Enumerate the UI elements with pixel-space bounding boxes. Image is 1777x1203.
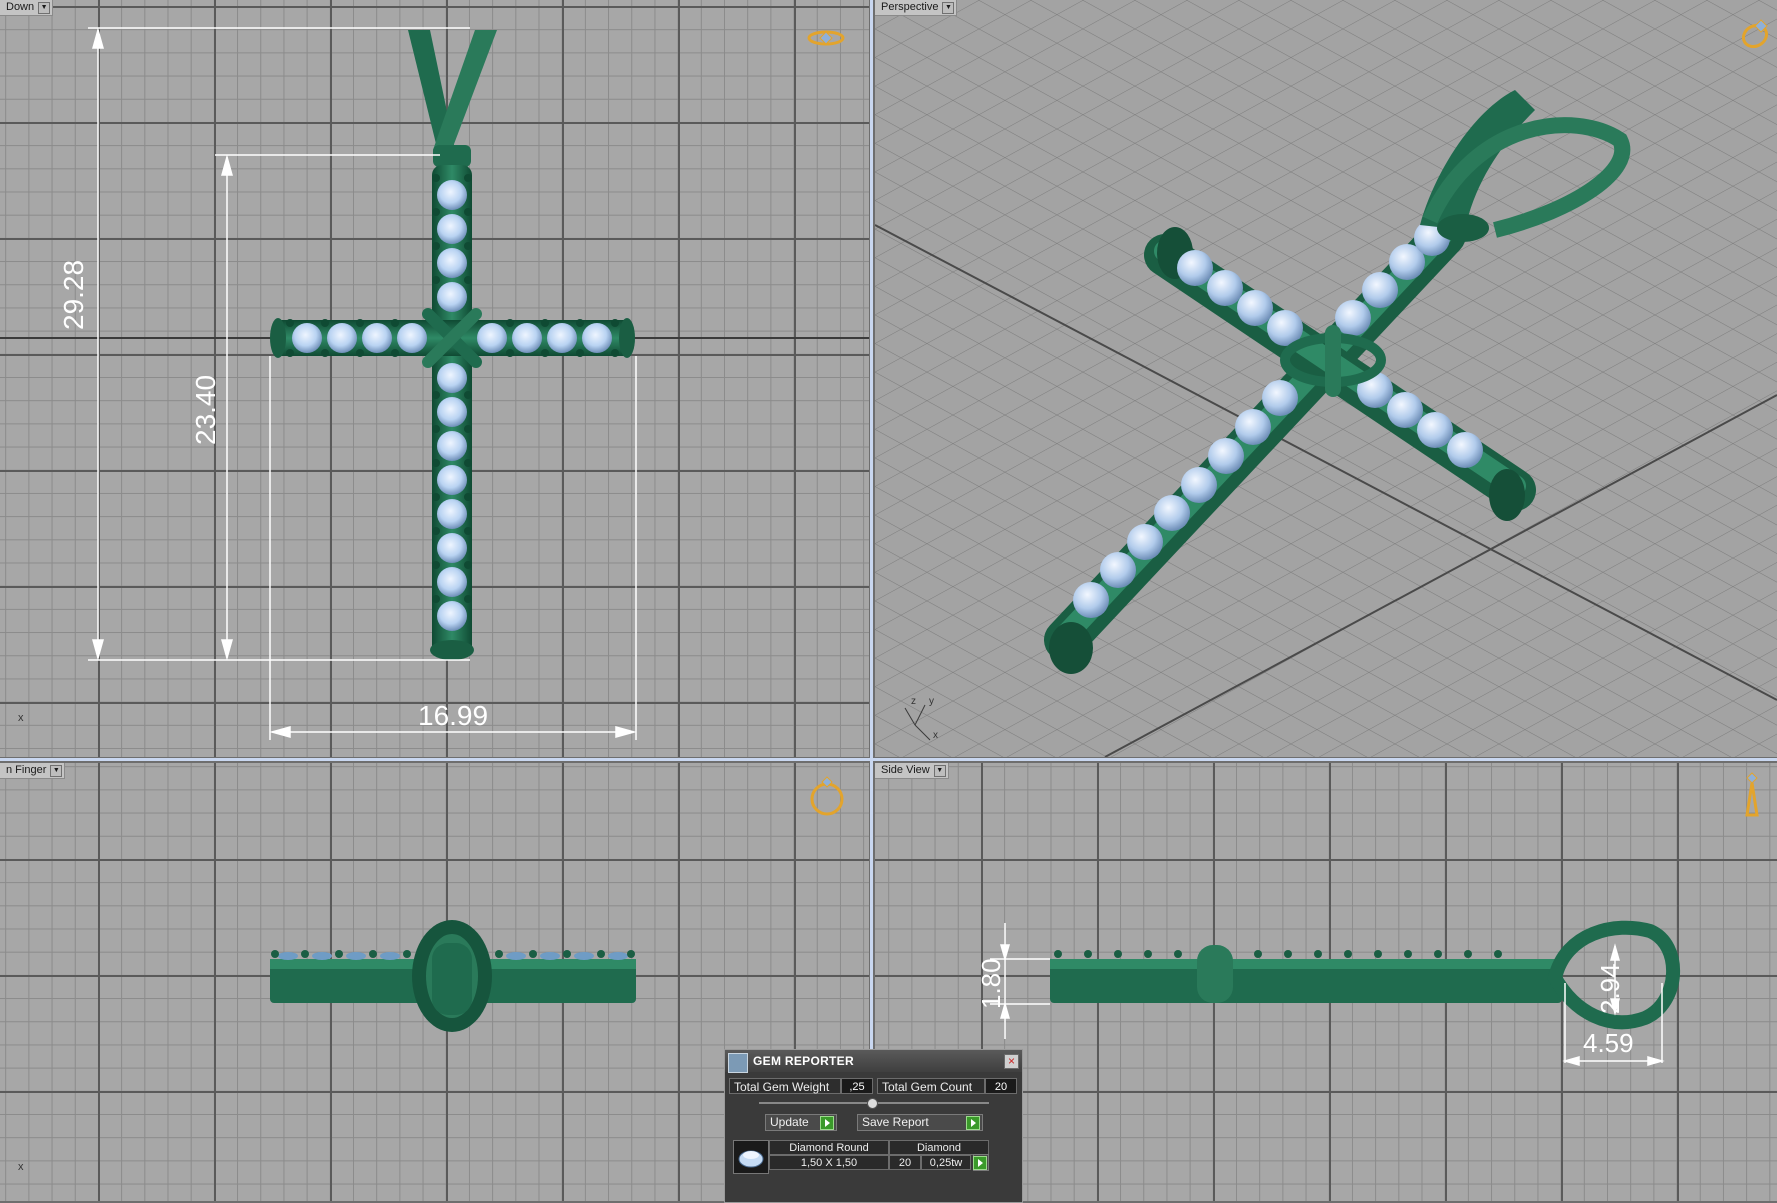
gem-row-play-icon[interactable]: [973, 1156, 987, 1170]
viewport-divider-h[interactable]: [0, 758, 1777, 761]
gem-reporter-title: GEM REPORTER: [753, 1054, 854, 1068]
save-report-button[interactable]: Save Report: [857, 1114, 983, 1131]
total-gem-weight-value: ,25: [841, 1078, 873, 1094]
gem-row-count: 20: [889, 1155, 921, 1170]
ring-side-icon[interactable]: [1737, 771, 1767, 819]
gem-slider-handle[interactable]: [867, 1098, 878, 1109]
gem-row-size: 1,50 X 1,50: [769, 1155, 889, 1170]
viewport-dropdown-icon[interactable]: ▼: [50, 765, 63, 777]
viewport-label-perspective[interactable]: Perspective ▼: [875, 0, 958, 16]
ring-front-icon[interactable]: [808, 773, 846, 817]
axis-x-label: x: [18, 712, 24, 724]
viewport-dropdown-icon[interactable]: ▼: [942, 2, 955, 14]
viewport-label-finger[interactable]: n Finger ▼: [0, 763, 66, 779]
dim-bail-width: 4.59: [1583, 1028, 1634, 1058]
dim-cross-height: 23.40: [190, 374, 221, 445]
dim-width: 16.99: [418, 700, 489, 731]
gem-row-weight: 0,25tw: [921, 1155, 971, 1170]
close-icon[interactable]: ×: [1004, 1054, 1019, 1069]
total-gem-weight-label: Total Gem Weight: [729, 1078, 841, 1094]
axis-x-label: x: [18, 1161, 24, 1173]
gem-reporter-logo-icon: [728, 1053, 748, 1073]
finger-view-cross: [270, 920, 636, 1032]
gem-row-material: Diamond: [889, 1140, 989, 1155]
viewport-dropdown-icon[interactable]: ▼: [933, 765, 946, 777]
total-gem-count-label: Total Gem Count: [877, 1078, 985, 1094]
viewport-label-side[interactable]: Side View ▼: [875, 763, 949, 779]
dim-thickness: 1.80: [976, 958, 1006, 1009]
save-play-icon[interactable]: [966, 1116, 980, 1130]
gem-reporter-dialog: GEM REPORTER × Total Gem Weight ,25 Tota…: [724, 1049, 1023, 1203]
viewport-perspective[interactable]: Perspective ▼ z y x: [875, 0, 1777, 757]
axis-y-label: y: [929, 696, 934, 707]
axis-x-label: x: [933, 730, 938, 741]
viewport-dropdown-icon[interactable]: ▼: [38, 2, 51, 14]
total-gem-count-value: 20: [985, 1078, 1017, 1094]
ring-gem-icon[interactable]: [806, 28, 846, 48]
viewport-label-down[interactable]: Down ▼: [0, 0, 54, 16]
update-play-icon[interactable]: [820, 1116, 834, 1130]
viewport-divider-v[interactable]: [870, 0, 873, 1201]
gem-row-select-button[interactable]: [973, 1154, 989, 1171]
perspective-canvas: [875, 0, 1777, 757]
dim-bail-height: 2.94: [1595, 963, 1625, 1014]
gem-thumbnail[interactable]: [733, 1140, 769, 1174]
bail-top: [408, 30, 497, 167]
gem-row-name: Diamond Round: [769, 1140, 889, 1155]
top-view-canvas: [0, 27, 869, 740]
viewport-top[interactable]: Down ▼ 29.28 23.40 16.99 x: [0, 0, 869, 757]
ring-perspective-icon[interactable]: [1737, 14, 1773, 52]
dimension-lines: [88, 27, 637, 740]
side-view-cross: [1050, 920, 1680, 1030]
gem-reporter-titlebar[interactable]: GEM REPORTER ×: [725, 1050, 1022, 1073]
dim-total-height: 29.28: [58, 259, 89, 330]
axis-z-label: z: [911, 696, 916, 707]
gem-slider[interactable]: [759, 1098, 989, 1109]
update-button[interactable]: Update: [765, 1114, 837, 1131]
